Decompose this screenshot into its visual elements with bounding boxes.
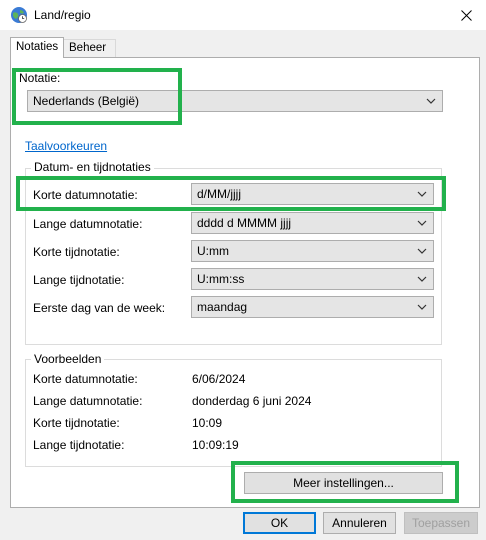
formats-group-title: Datum- en tijdnotaties — [31, 160, 154, 174]
tab-notaties[interactable]: Notaties — [10, 37, 64, 58]
long-time-value: U:mm:ss — [197, 272, 245, 286]
apply-button: Toepassen — [404, 512, 478, 534]
short-time-value: U:mm — [197, 244, 229, 258]
close-icon — [460, 9, 472, 21]
chevron-down-icon — [417, 276, 427, 282]
long-date-select[interactable]: dddd d MMMM jjjj — [191, 212, 434, 234]
example-label: Lange datumnotatie: — [33, 394, 143, 408]
window-title: Land/regio — [34, 8, 91, 22]
long-time-label: Lange tijdnotatie: — [33, 273, 125, 287]
example-value: 10:09 — [192, 416, 223, 430]
title-bar: Land/regio — [0, 0, 486, 30]
chevron-down-icon — [417, 304, 427, 310]
first-day-select[interactable]: maandag — [191, 296, 434, 318]
globe-clock-icon — [11, 7, 27, 23]
long-time-select[interactable]: U:mm:ss — [191, 268, 434, 290]
highlight-short-date — [16, 176, 446, 211]
highlight-more-settings — [231, 461, 459, 503]
long-date-label: Lange datumnotatie: — [33, 217, 143, 231]
first-day-value: maandag — [197, 300, 248, 314]
example-value: donderdag 6 juni 2024 — [192, 394, 312, 408]
example-value: 6/06/2024 — [192, 372, 246, 386]
example-label: Korte tijdnotatie: — [33, 416, 120, 430]
long-date-value: dddd d MMMM jjjj — [197, 216, 292, 230]
cancel-button[interactable]: Annuleren — [323, 512, 396, 534]
highlight-notatie — [12, 68, 182, 125]
short-time-select[interactable]: U:mm — [191, 240, 434, 262]
taalvoorkeuren-link[interactable]: Taalvoorkeuren — [25, 139, 107, 153]
chevron-down-icon — [417, 220, 427, 226]
tab-beheer[interactable]: Beheer — [64, 39, 116, 57]
chevron-down-icon — [417, 248, 427, 254]
first-day-label: Eerste dag van de week: — [33, 301, 166, 315]
ok-button[interactable]: OK — [243, 512, 316, 534]
example-label: Korte datumnotatie: — [33, 372, 138, 386]
example-label: Lange tijdnotatie: — [33, 438, 125, 452]
close-button[interactable] — [446, 0, 486, 30]
examples-group-title: Voorbeelden — [31, 352, 105, 366]
short-time-label: Korte tijdnotatie: — [33, 245, 120, 259]
chevron-down-icon — [426, 98, 436, 104]
example-value: 10:09:19 — [192, 438, 239, 452]
